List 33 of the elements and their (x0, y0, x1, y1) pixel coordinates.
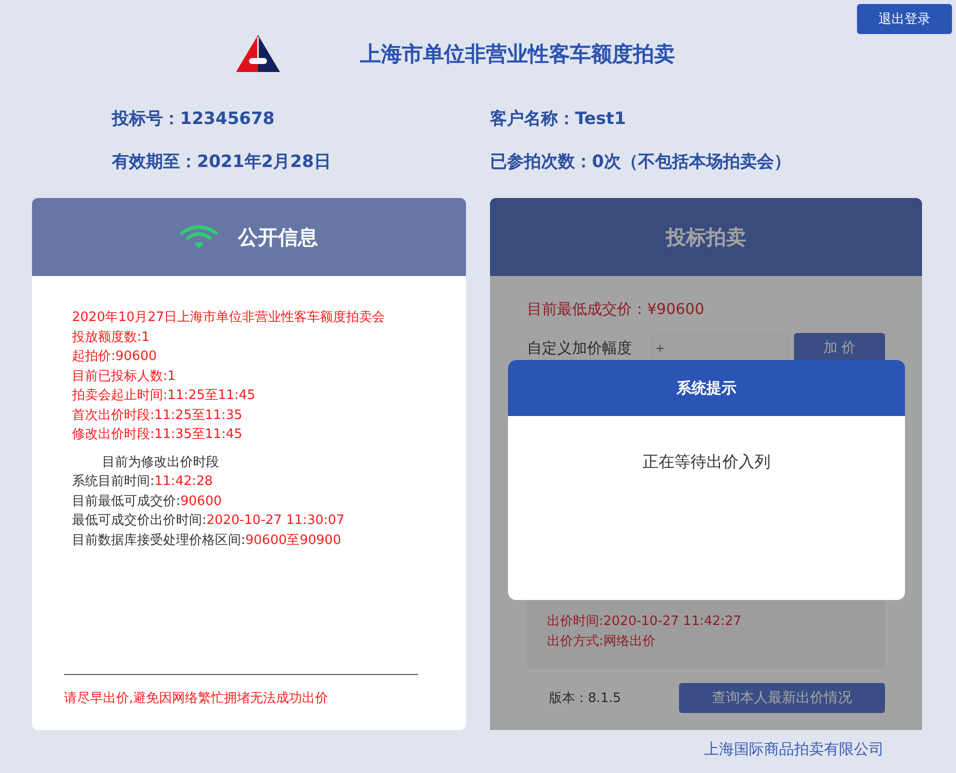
dialog-title: 系统提示 (676, 378, 736, 398)
status-text: 目前为修改出价时段 (101, 454, 220, 472)
detail-line: 目前数据库接受处理价格区间:90600至90900 (72, 532, 342, 550)
raise-button[interactable]: 加 价 (794, 333, 885, 363)
company-name: 上海国际商品拍卖有限公司 (704, 740, 884, 759)
query-button[interactable]: 查询本人最新出价情况 (679, 683, 885, 713)
wifi-icon (180, 225, 218, 249)
info-text: 已参拍次数：0次（不包括本场拍卖会） (490, 151, 792, 173)
detail-line: 最低可成交价出价时间:2020-10-27 11:30:07 (72, 512, 346, 530)
announcement-line: 2020年10月27日上海市单位非营业性客车额度拍卖会 (72, 309, 386, 327)
announcement-line: 修改出价时段:11:35至11:45 (72, 426, 244, 444)
logout-button[interactable]: 退出登录 (857, 4, 952, 34)
record-line: 出价方式:网络出价 (547, 633, 656, 651)
info-text: 投标号：12345678 (112, 108, 276, 130)
dialog-message: 正在等待出价入列 (642, 452, 772, 473)
announcement-line: 拍卖会起止时间:11:25至11:45 (72, 387, 256, 405)
page-title: 上海市单位非营业性客车额度拍卖 (360, 41, 675, 68)
version-text: 版本：8.1.5 (549, 690, 622, 707)
record-line: 出价时间:2020-10-27 11:42:27 (547, 613, 742, 631)
info-text: 有效期至：2021年2月28日 (112, 151, 332, 173)
detail-line: 系统目前时间:11:42:28 (72, 473, 214, 491)
notice-text: 请尽早出价,避免因网络繁忙拥堵无法成功出价 (64, 690, 330, 708)
detail-line: 目前最低可成交价:90600 (72, 492, 223, 510)
lowest-price-text: 目前最低成交价：¥90600 (527, 300, 706, 319)
panel-title: 公开信息 (238, 224, 318, 250)
announcement-line: 首次出价时段:11:25至11:35 (72, 406, 244, 424)
announcement-line: 目前已投标人数:1 (72, 368, 177, 386)
panel-title: 投标拍卖 (666, 224, 746, 250)
increment-label: 自定义加价幅度 (527, 338, 633, 358)
logo-icon (236, 35, 280, 73)
info-text: 客户名称：Test1 (490, 108, 627, 130)
announcement-line: 投放额度数:1 (72, 328, 151, 346)
announcement-line: 起拍价:90600 (72, 348, 158, 366)
